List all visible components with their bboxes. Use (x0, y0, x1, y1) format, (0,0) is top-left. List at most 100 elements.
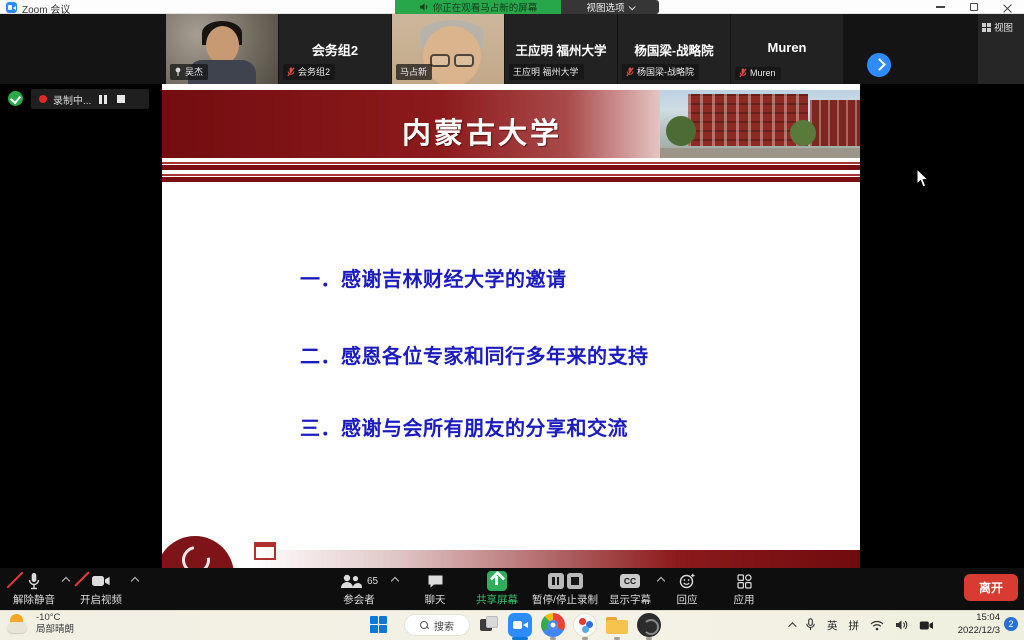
reactions-label: 回应 (665, 592, 709, 607)
view-button-label: 视图 (994, 20, 1013, 34)
taskbar-chrome-icon[interactable] (541, 613, 565, 637)
taskbar-meeting-app-icon[interactable] (573, 613, 597, 637)
taskbar-zoom-icon[interactable] (508, 613, 532, 637)
start-video-button[interactable]: 开启视频 (72, 572, 130, 607)
meeting-app-indicator (582, 637, 588, 640)
view-button[interactable]: 视图 (982, 20, 1022, 34)
hidden-icons-chevron-icon[interactable] (788, 622, 796, 630)
recording-dot-icon (39, 95, 47, 103)
close-icon (1003, 3, 1012, 12)
start-video-label: 开启视频 (72, 592, 130, 607)
camera-off-icon (72, 572, 130, 590)
participants-label: 参会者 (330, 592, 388, 607)
mic-muted-icon (287, 67, 295, 77)
search-label: 搜索 (434, 618, 454, 633)
view-options-button[interactable]: 视图选项 (561, 0, 659, 14)
wifi-icon[interactable] (870, 620, 884, 631)
speaker-icon (419, 2, 429, 12)
divider-line (162, 177, 860, 182)
chat-label: 聊天 (412, 592, 458, 607)
taskbar-clock[interactable]: 15:04 2022/12/3 (952, 612, 1000, 638)
leave-meeting-button[interactable]: 离开 (964, 574, 1018, 601)
taskbar-obs-icon[interactable] (637, 613, 661, 637)
recording-indicator: 录制中... (31, 89, 149, 109)
participant-tile-wujie[interactable]: 吴杰 (166, 14, 278, 84)
notification-badge[interactable]: 2 (1004, 617, 1018, 631)
recording-status: 录制中... (53, 92, 91, 107)
zoom-active-indicator (512, 637, 528, 640)
mouse-cursor (916, 168, 930, 188)
taskbar-search[interactable]: 搜索 (404, 614, 470, 636)
share-screen-label: 共享屏幕 (470, 592, 524, 607)
ime-english-indicator[interactable]: 英 (827, 618, 838, 633)
presentation-slide: 内蒙古大学 一．感谢吉林财经大学的邀请 二．感恩各位专家和同行多年来的支持 三．… (162, 84, 860, 568)
red-slash (74, 571, 90, 587)
apps-icon (722, 572, 766, 590)
share-screen-icon (487, 571, 507, 591)
participant-name: 会务组2 (298, 65, 330, 78)
participant-name-tag: 王应明 福州大学 (509, 64, 584, 80)
participant-tile-mazhanxin[interactable]: 马占新 (392, 14, 504, 84)
minimize-button[interactable] (923, 0, 957, 14)
task-view-button[interactable] (480, 616, 498, 632)
participants-icon: 65 (330, 572, 388, 590)
university-logo (162, 536, 234, 568)
weather-temperature: -10°C (36, 612, 74, 624)
taskbar-weather-widget[interactable]: -10°C 局部晴朗 (6, 612, 74, 636)
maximize-button[interactable] (957, 0, 991, 14)
pause-icon[interactable] (548, 573, 564, 589)
pause-recording-button[interactable] (97, 93, 109, 105)
participant-display-name: 王应明 福州大学 (505, 40, 617, 59)
slide-bullet-2: 二．感恩各位专家和同行多年来的支持 (300, 340, 649, 369)
unmute-label: 解除静音 (6, 592, 62, 607)
participant-name: 王应明 福州大学 (513, 65, 579, 78)
ime-pinyin-indicator[interactable]: 拼 (849, 618, 860, 633)
pause-stop-recording-button[interactable]: 暂停/停止录制 (524, 572, 606, 607)
maximize-icon (970, 3, 978, 11)
obs-indicator (646, 637, 652, 640)
chrome-indicator (550, 637, 556, 640)
slide-title: 内蒙古大学 (162, 110, 802, 152)
chat-icon (412, 572, 458, 590)
share-screen-button[interactable]: 共享屏幕 (470, 572, 524, 607)
unmute-button[interactable]: 解除静音 (6, 572, 62, 607)
weather-description: 局部晴朗 (36, 624, 74, 636)
participant-tile-wangyingming[interactable]: 王应明 福州大学 王应明 福州大学 (505, 14, 617, 84)
chat-button[interactable]: 聊天 (412, 572, 458, 607)
participant-name: 杨国梁-战略院 (637, 65, 694, 78)
tray-time: 15:04 (952, 612, 1000, 625)
encryption-shield-icon (8, 91, 23, 106)
gallery-view-icon (982, 23, 991, 32)
show-captions-button[interactable]: CC 显示字幕 (604, 572, 656, 607)
participants-count: 65 (367, 576, 378, 587)
participant-tile-muren[interactable]: Muren Muren (731, 14, 843, 84)
tray-mic-icon[interactable] (805, 618, 816, 632)
participant-name-tag: 会务组2 (283, 64, 335, 80)
pin-icon (174, 67, 182, 76)
participant-tile-huiwuzu2[interactable]: 会务组2 会务组2 (279, 14, 391, 84)
minimize-icon (936, 6, 945, 8)
mic-muted-icon (739, 68, 747, 78)
chevron-down-icon (628, 3, 635, 10)
divider-line (162, 162, 860, 164)
reactions-button[interactable]: 回应 (665, 572, 709, 607)
viewing-screen-banner: 你正在观看马占新的屏幕 (395, 0, 561, 14)
taskbar-file-explorer-icon[interactable] (605, 613, 629, 637)
next-participants-button[interactable] (867, 53, 891, 77)
participant-name-tag: Muren (735, 67, 781, 80)
reactions-icon (665, 572, 709, 590)
banner-text: 你正在观看马占新的屏幕 (433, 0, 538, 14)
participant-tile-yangguoliang[interactable]: 杨国梁-战略院 杨国梁-战略院 (618, 14, 730, 84)
participants-button[interactable]: 65 参会者 (330, 572, 388, 607)
zoom-meeting-window: Zoom 会议 你正在观看马占新的屏幕 视图选项 吴杰 会务组2 会务组2 (0, 0, 1024, 640)
stop-icon[interactable] (567, 573, 583, 589)
volume-icon[interactable] (895, 619, 908, 631)
tray-camera-icon[interactable] (919, 620, 934, 631)
close-button[interactable] (990, 0, 1024, 14)
stop-recording-button[interactable] (115, 93, 127, 105)
slide-bullet-1: 一．感谢吉林财经大学的邀请 (300, 263, 567, 292)
participant-name-tag: 吴杰 (170, 64, 208, 80)
captions-label: 显示字幕 (604, 592, 656, 607)
apps-button[interactable]: 应用 (722, 572, 766, 607)
start-button[interactable] (370, 616, 387, 633)
